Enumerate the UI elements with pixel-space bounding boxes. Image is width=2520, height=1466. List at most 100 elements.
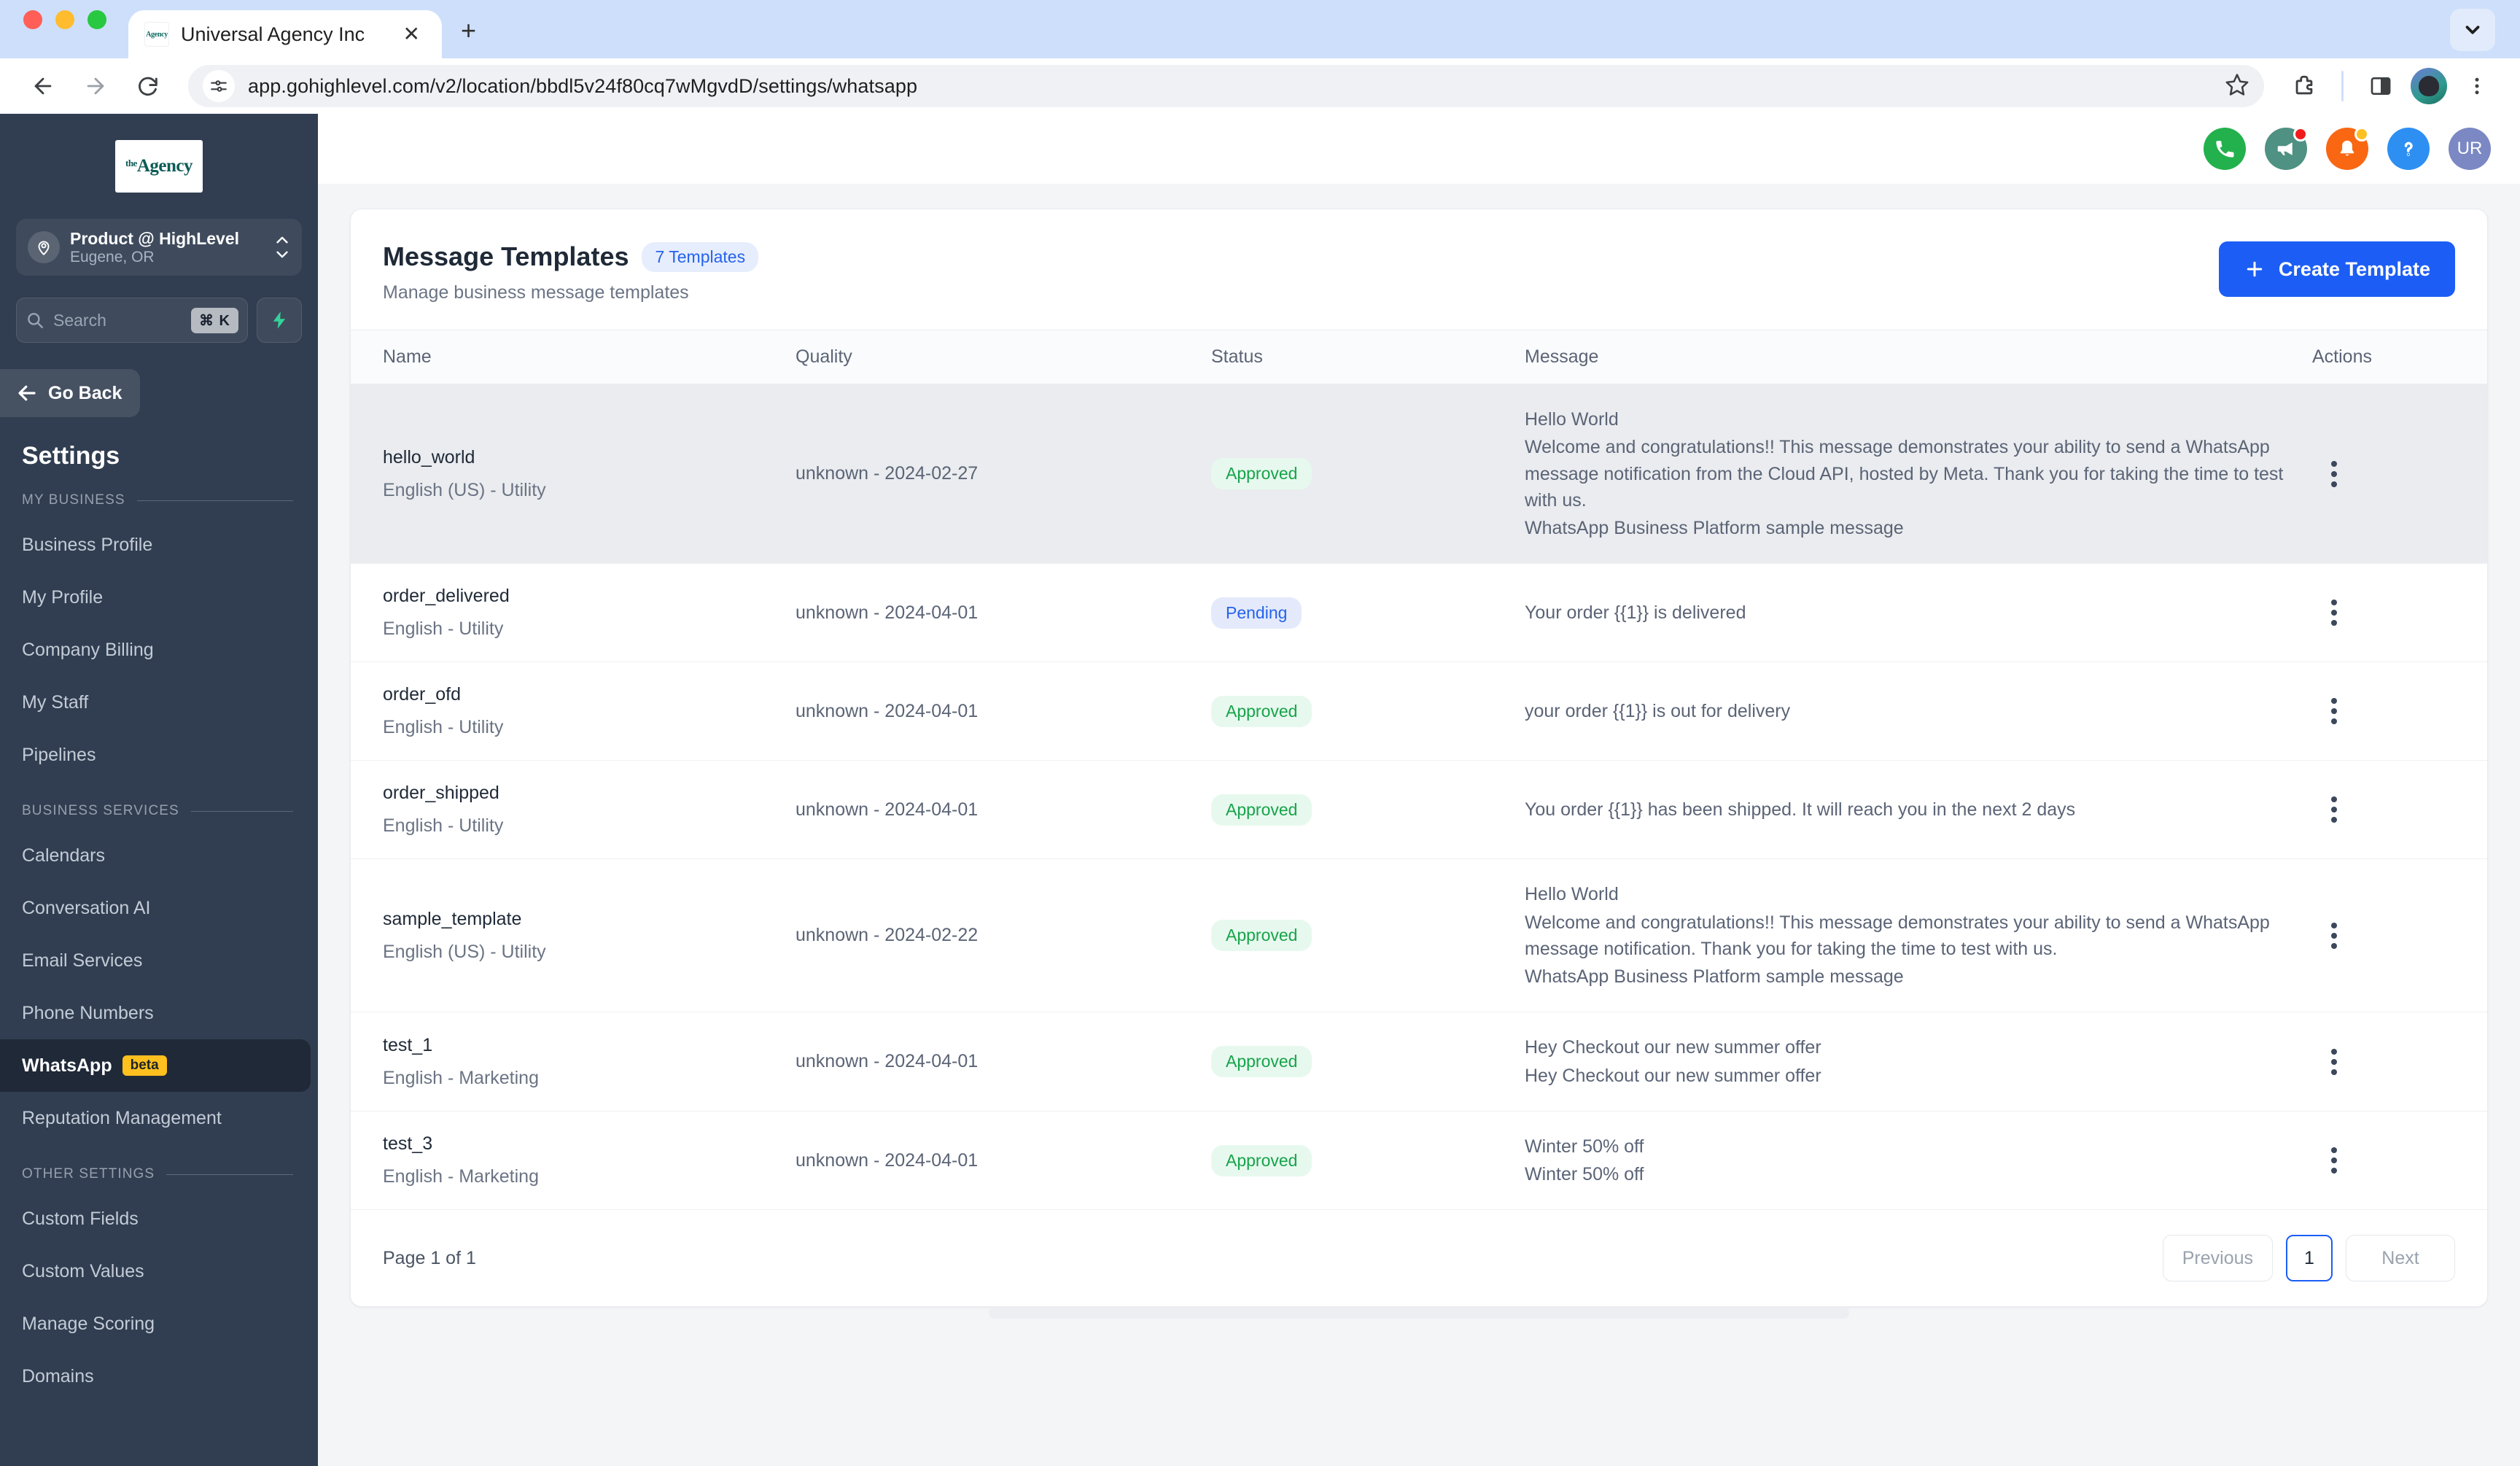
sidebar-item-my-profile[interactable]: My Profile xyxy=(0,571,311,624)
cell-name: order_ofd English - Utility xyxy=(351,662,796,761)
user-avatar[interactable]: UR xyxy=(2449,128,2491,170)
table-row[interactable]: order_ofd English - Utility unknown - 2024… xyxy=(351,662,2487,761)
sidebar: theAgency Product @ HighLevel Eugene, OR xyxy=(0,114,318,1466)
quick-actions-bolt-icon[interactable] xyxy=(257,298,302,343)
page-number-button[interactable]: 1 xyxy=(2286,1235,2333,1282)
browser-tab[interactable]: Agency Universal Agency Inc ✕ xyxy=(128,10,442,58)
cell-actions xyxy=(2305,1012,2487,1112)
sidebar-item-company-billing[interactable]: Company Billing xyxy=(0,624,311,676)
message-line: Welcome and congratulations!! This messa… xyxy=(1525,437,2284,511)
address-bar[interactable]: app.gohighlevel.com/v2/location/bbdl5v24… xyxy=(188,65,2264,107)
row-actions-kebab-icon[interactable] xyxy=(2312,591,2356,635)
message-line: WhatsApp Business Platform sample messag… xyxy=(1525,966,1904,987)
cell-actions xyxy=(2305,384,2487,565)
minimize-window-button[interactable] xyxy=(55,10,74,29)
sidebar-item-custom-values[interactable]: Custom Values xyxy=(0,1245,311,1298)
cell-quality: unknown - 2024-04-01 xyxy=(796,1012,1211,1112)
template-language: English - Utility xyxy=(383,815,504,837)
message-line: Your order {{1}} is delivered xyxy=(1525,602,1746,624)
sidebar-item-conversation-ai[interactable]: Conversation AI xyxy=(0,882,311,934)
sidebar-item-my-staff[interactable]: My Staff xyxy=(0,676,311,729)
sidebar-item-label: Domains xyxy=(22,1365,94,1387)
cell-message: Hello World Welcome and congratulations!!… xyxy=(1525,384,2305,565)
create-template-button[interactable]: Create Template xyxy=(2218,241,2455,297)
table-header: Name Quality Status Message Actions xyxy=(351,330,2487,384)
bookmark-star-icon[interactable] xyxy=(2225,72,2249,101)
sidebar-item-whatsapp[interactable]: WhatsApp beta xyxy=(0,1039,311,1092)
row-actions-kebab-icon[interactable] xyxy=(2312,452,2356,496)
chrome-menu-icon[interactable] xyxy=(2454,63,2500,109)
search-input[interactable]: Search ⌘ K xyxy=(16,298,248,343)
sidebar-item-label: Conversation AI xyxy=(22,897,151,918)
go-back-button[interactable]: Go Back xyxy=(0,369,140,417)
template-language: English (US) - Utility xyxy=(383,941,546,962)
sidebar-item-custom-fields[interactable]: Custom Fields xyxy=(0,1192,311,1245)
extensions-icon[interactable] xyxy=(2282,63,2327,109)
templates-table: Name Quality Status Message Actions hell… xyxy=(351,330,2487,1211)
cell-actions xyxy=(2305,858,2487,1013)
status-badge: Approved xyxy=(1211,794,1312,826)
message-line: You order {{1}} has been shipped. It wil… xyxy=(1525,799,2076,821)
sidebar-item-pipelines[interactable]: Pipelines xyxy=(0,729,311,781)
table-row[interactable]: test_3 English - Marketing unknown - 2024-… xyxy=(351,1111,2487,1211)
row-actions-kebab-icon[interactable] xyxy=(2312,1040,2356,1084)
cell-name: order_delivered English - Utility xyxy=(351,563,796,663)
cell-quality: unknown - 2024-04-01 xyxy=(796,1111,1211,1211)
message-line: Hey Checkout our new summer offer xyxy=(1525,1037,1821,1058)
forward-button[interactable] xyxy=(73,63,118,109)
close-window-button[interactable] xyxy=(23,10,42,29)
row-actions-kebab-icon[interactable] xyxy=(2312,914,2356,958)
table-row[interactable]: sample_template English (US) - Utility unk… xyxy=(351,858,2487,1013)
nav-section-label: OTHER SETTINGS xyxy=(22,1166,155,1182)
nav-section-divider xyxy=(190,810,293,812)
nav-section-label: BUSINESS SERVICES xyxy=(22,803,179,818)
status-badge: Approved xyxy=(1211,920,1312,952)
megaphone-badge-dot xyxy=(2293,127,2308,141)
sidebar-item-label: Custom Values xyxy=(22,1260,144,1281)
table-row[interactable]: hello_world English (US) - Utility unknown… xyxy=(351,384,2487,565)
bell-icon[interactable] xyxy=(2326,127,2369,170)
search-shortcut-badge: ⌘ K xyxy=(191,307,238,333)
next-page-button[interactable]: Next xyxy=(2346,1235,2455,1282)
cell-status: Approved xyxy=(1211,858,1525,1013)
horizontal-scrollbar[interactable] xyxy=(989,1307,1849,1319)
reload-button[interactable] xyxy=(125,63,171,109)
cell-name: test_1 English - Marketing xyxy=(351,1012,796,1112)
row-actions-kebab-icon[interactable] xyxy=(2312,689,2356,733)
template-language: English (US) - Utility xyxy=(383,479,546,500)
beta-badge: beta xyxy=(122,1055,167,1076)
back-button[interactable] xyxy=(20,63,66,109)
close-tab-icon[interactable]: ✕ xyxy=(397,21,426,47)
nav-section-divider xyxy=(166,1174,293,1175)
site-settings-icon[interactable] xyxy=(203,70,235,102)
sidebar-item-reputation-management[interactable]: Reputation Management xyxy=(0,1092,311,1144)
tab-search-chevron-down-icon[interactable] xyxy=(2450,9,2495,51)
previous-page-button[interactable]: Previous xyxy=(2162,1235,2273,1282)
table-row[interactable]: test_1 English - Marketing unknown - 2024-… xyxy=(351,1012,2487,1112)
go-back-label: Go Back xyxy=(48,382,122,403)
new-tab-button[interactable]: + xyxy=(461,18,476,58)
location-switcher[interactable]: Product @ HighLevel Eugene, OR xyxy=(16,219,302,276)
sidebar-item-label: My Profile xyxy=(22,586,104,608)
browser-profile-avatar[interactable] xyxy=(2411,68,2447,104)
maximize-window-button[interactable] xyxy=(88,10,106,29)
column-header-quality: Quality xyxy=(796,330,1211,384)
sidebar-item-phone-numbers[interactable]: Phone Numbers xyxy=(0,987,311,1039)
row-actions-kebab-icon[interactable] xyxy=(2312,1139,2356,1182)
cell-status: Approved xyxy=(1211,662,1525,761)
help-icon[interactable] xyxy=(2387,128,2430,170)
template-count-badge: 7 Templates xyxy=(642,241,759,272)
sidebar-item-business-profile[interactable]: Business Profile xyxy=(0,519,311,571)
side-panel-icon[interactable] xyxy=(2358,63,2403,109)
sidebar-item-domains[interactable]: Domains xyxy=(0,1350,311,1403)
table-row[interactable]: order_shipped English - Utility unknown - … xyxy=(351,760,2487,860)
sidebar-item-manage-scoring[interactable]: Manage Scoring xyxy=(0,1298,311,1350)
sidebar-item-calendars[interactable]: Calendars xyxy=(0,829,311,882)
phone-icon[interactable] xyxy=(2204,128,2246,170)
page-subtitle: Manage business message templates xyxy=(383,282,689,303)
sidebar-item-email-services[interactable]: Email Services xyxy=(0,934,311,987)
megaphone-icon[interactable] xyxy=(2265,127,2308,170)
row-actions-kebab-icon[interactable] xyxy=(2312,788,2356,831)
location-name: Product @ HighLevel xyxy=(70,228,240,248)
table-row[interactable]: order_delivered English - Utility unknown … xyxy=(351,563,2487,663)
